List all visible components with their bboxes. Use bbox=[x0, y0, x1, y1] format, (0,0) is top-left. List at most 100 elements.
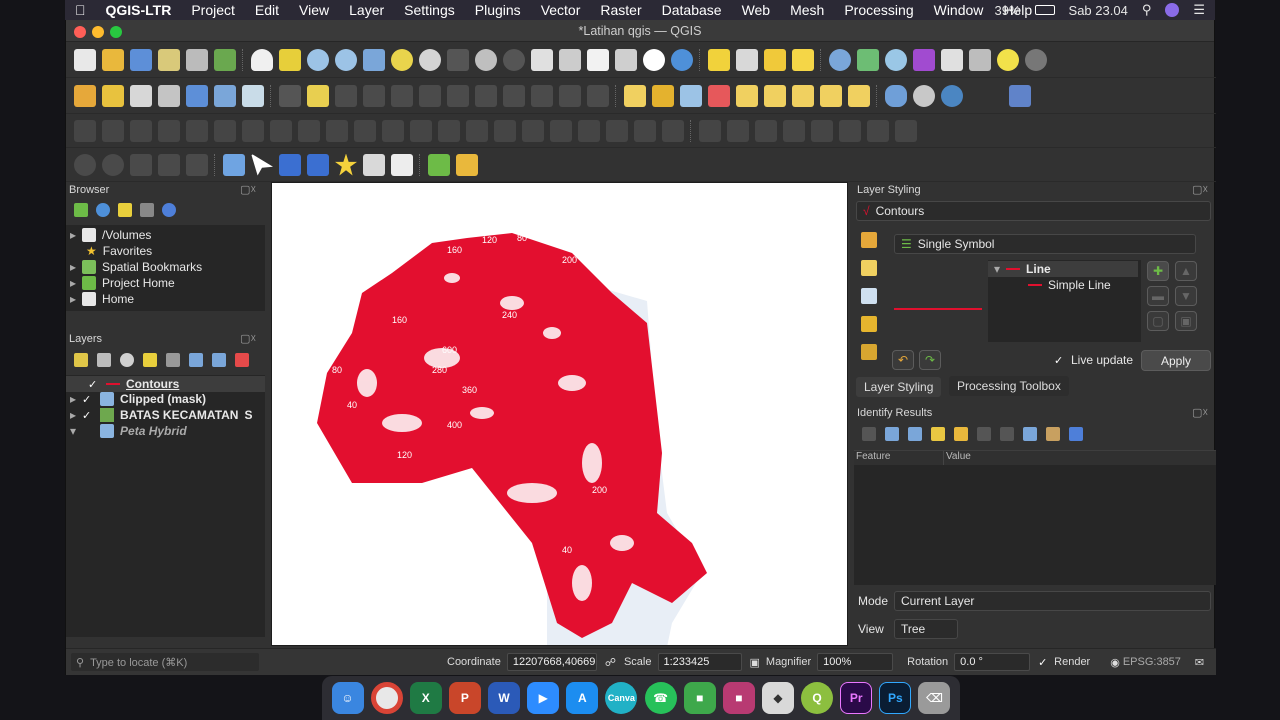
browser-panel-controls-icon[interactable]: ▢☓ bbox=[240, 183, 256, 196]
zoom-to-native-plugin-icon[interactable] bbox=[428, 153, 450, 176]
snapping-tool-icon[interactable] bbox=[699, 119, 721, 142]
select-freehand-icon[interactable] bbox=[186, 153, 208, 176]
layer-select-combo[interactable]: √ Contours bbox=[856, 201, 1211, 221]
remove-layer-icon[interactable] bbox=[235, 353, 249, 367]
show-bookmarks-icon[interactable] bbox=[615, 48, 637, 71]
zoom-full-icon[interactable] bbox=[363, 48, 385, 71]
zoom-last-icon[interactable] bbox=[475, 48, 497, 71]
modify-attributes-icon[interactable] bbox=[419, 84, 441, 107]
new-geopackage-icon[interactable] bbox=[102, 84, 124, 107]
dock-whatsapp-icon[interactable]: ☎ bbox=[644, 682, 677, 714]
trim-extend-icon[interactable] bbox=[662, 119, 684, 142]
menu-window[interactable]: Window bbox=[924, 2, 994, 18]
refresh-browser-icon[interactable] bbox=[96, 203, 110, 217]
layer-row-peta-hybrid[interactable]: ▾ Peta Hybrid bbox=[70, 424, 187, 438]
move-annotation-icon[interactable] bbox=[279, 153, 301, 176]
temporal-controller-icon[interactable] bbox=[643, 48, 665, 71]
metasearch-icon[interactable] bbox=[913, 84, 935, 107]
dock-finder-icon[interactable]: ☺ bbox=[331, 682, 364, 714]
rotation-field[interactable]: 0.0 ° bbox=[954, 653, 1031, 671]
annotation-gear-icon[interactable] bbox=[1025, 48, 1047, 71]
open-project-icon[interactable] bbox=[102, 48, 124, 71]
dock-photoshop-icon[interactable]: Ps bbox=[879, 682, 912, 714]
pan-hand-icon[interactable] bbox=[251, 48, 273, 71]
layer-row-batas-kecamatan[interactable]: ▸ ✓ BATAS KECAMATAN S bbox=[70, 408, 252, 422]
add-group-icon[interactable] bbox=[97, 353, 111, 367]
undo-style-button[interactable]: ↶ bbox=[892, 350, 914, 370]
coordinate-field[interactable]: 12207668,40669 bbox=[506, 653, 597, 671]
browser-item-spatial-bookmarks[interactable]: ▸ Spatial Bookmarks bbox=[70, 260, 202, 274]
dock-appstore-icon[interactable]: A bbox=[566, 682, 599, 714]
select-location-icon[interactable] bbox=[792, 48, 814, 71]
undo-icon[interactable] bbox=[559, 84, 581, 107]
spotlight-search-icon[interactable]: ⚲ bbox=[1142, 2, 1152, 18]
select-polygon-icon[interactable] bbox=[158, 153, 180, 176]
rectangle-tool-icon[interactable] bbox=[186, 119, 208, 142]
statistical-summary-icon[interactable] bbox=[913, 48, 935, 71]
dock-winrar-icon[interactable]: ■ bbox=[722, 682, 755, 714]
advanced-digitizing-icon[interactable] bbox=[74, 119, 96, 142]
zoom-out-icon[interactable] bbox=[335, 48, 357, 71]
live-update-checkbox[interactable]: ✓ bbox=[1054, 354, 1066, 367]
layer-visibility-checkbox[interactable]: ✓ bbox=[82, 409, 94, 422]
dock-virtual-icon[interactable]: ◆ bbox=[761, 682, 794, 714]
current-edits-icon[interactable] bbox=[279, 84, 301, 107]
label-toolbar-abc-icon[interactable] bbox=[624, 84, 646, 107]
avoid-overlap-icon[interactable] bbox=[755, 119, 777, 142]
crs-globe-icon[interactable]: ◉ bbox=[1110, 656, 1120, 669]
menubar-datetime[interactable]: Sab 23.04 bbox=[1069, 3, 1128, 18]
symbol-root-row[interactable]: ▾ Line bbox=[988, 261, 1138, 277]
identify-panel-controls-icon[interactable]: ▢☓ bbox=[1192, 406, 1208, 419]
manage-visibility-eye-icon[interactable] bbox=[120, 353, 134, 367]
menu-mesh[interactable]: Mesh bbox=[780, 2, 834, 18]
change-label-icon[interactable] bbox=[820, 84, 842, 107]
new-map-view-icon[interactable] bbox=[531, 48, 553, 71]
self-snap-icon[interactable] bbox=[839, 119, 861, 142]
masks-tab-icon[interactable] bbox=[861, 288, 877, 304]
move-label-icon[interactable] bbox=[764, 84, 786, 107]
symbol-child-row[interactable]: Simple Line bbox=[1028, 278, 1111, 292]
siri-icon[interactable] bbox=[1165, 3, 1180, 17]
merge-attributes-icon[interactable] bbox=[606, 119, 628, 142]
select-radius-icon[interactable] bbox=[130, 153, 152, 176]
render-checkbox[interactable]: ✓ bbox=[1038, 656, 1050, 669]
close-window-button[interactable] bbox=[74, 26, 86, 38]
text-annotation-icon[interactable] bbox=[223, 153, 245, 176]
expand-results-icon[interactable] bbox=[931, 427, 945, 441]
deselect-all-icon[interactable] bbox=[764, 48, 786, 71]
map-canvas[interactable]: 160 120 80 200 280 160 240 600 360 400 120 40 80 200 4… bbox=[271, 182, 848, 646]
messages-icon[interactable]: ✉ bbox=[1195, 656, 1204, 669]
add-line-feature-icon[interactable] bbox=[363, 84, 385, 107]
data-source-manager-icon[interactable] bbox=[74, 84, 96, 107]
new-spatialite-icon[interactable] bbox=[186, 84, 208, 107]
tab-layer-styling[interactable]: Layer Styling bbox=[856, 377, 942, 397]
zoom-window-button[interactable] bbox=[110, 26, 122, 38]
new-virtual-layer-icon[interactable] bbox=[214, 84, 236, 107]
reshape-icon[interactable] bbox=[466, 119, 488, 142]
zoom-next-icon[interactable] bbox=[503, 48, 525, 71]
collapse-all-layers-icon[interactable] bbox=[212, 353, 226, 367]
open-table-icon[interactable] bbox=[941, 48, 963, 71]
diagram-abc-icon[interactable] bbox=[680, 84, 702, 107]
layers-panel-controls-icon[interactable]: ▢☓ bbox=[240, 332, 256, 345]
identify-view-combo[interactable]: Tree bbox=[894, 619, 958, 639]
styling-panel-controls-icon[interactable]: ▢☓ bbox=[1192, 183, 1208, 196]
vertex-tool-icon[interactable] bbox=[391, 84, 413, 107]
node-annotation-icon[interactable] bbox=[307, 153, 329, 176]
layer-row-clipped-mask[interactable]: ▸ ✓ Clipped (mask) bbox=[70, 392, 206, 406]
clear-results-icon[interactable] bbox=[954, 427, 968, 441]
rotate-point-icon[interactable] bbox=[634, 119, 656, 142]
column-feature[interactable]: Feature bbox=[854, 451, 944, 465]
html-annotation-icon[interactable] bbox=[391, 153, 413, 176]
polygon-tool-icon[interactable] bbox=[214, 119, 236, 142]
collapse-tree-icon[interactable] bbox=[908, 427, 922, 441]
refresh-icon[interactable] bbox=[671, 48, 693, 71]
split-parts-icon[interactable] bbox=[550, 119, 572, 142]
filter-legend-icon[interactable] bbox=[143, 353, 157, 367]
redo-style-button[interactable]: ↷ bbox=[919, 350, 941, 370]
delete-selected-icon[interactable] bbox=[447, 84, 469, 107]
menu-plugins[interactable]: Plugins bbox=[465, 2, 531, 18]
new-temp-scratch-icon[interactable] bbox=[242, 84, 264, 107]
3d-view-tab-icon[interactable] bbox=[861, 316, 877, 332]
layer-labeling-icon[interactable] bbox=[652, 84, 674, 107]
